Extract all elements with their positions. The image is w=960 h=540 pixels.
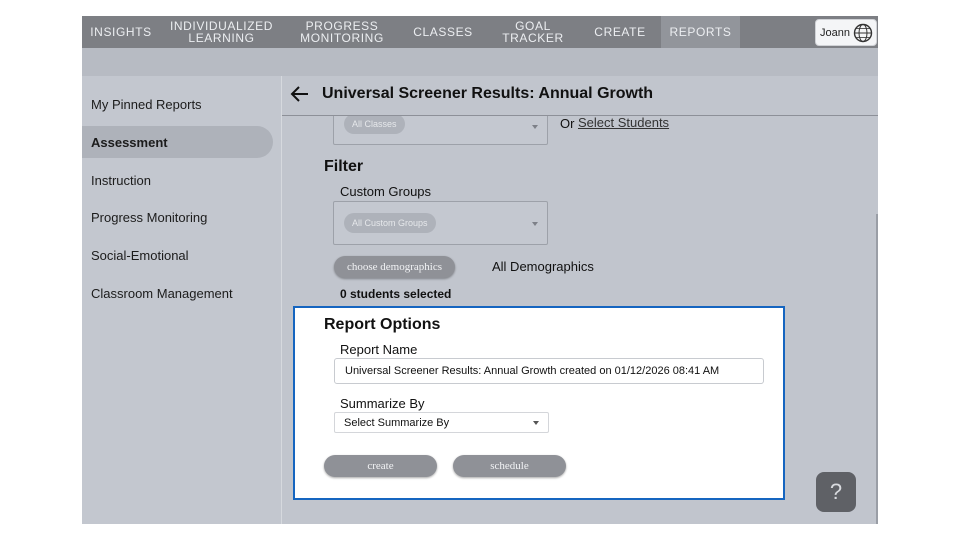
- report-name-input[interactable]: Universal Screener Results: Annual Growt…: [334, 358, 764, 384]
- students-selected-count: 0 students selected: [340, 287, 452, 301]
- custom-groups-select[interactable]: All Custom Groups: [333, 201, 548, 245]
- summarize-by-label: Summarize By: [340, 396, 425, 411]
- top-nav: INSIGHTS INDIVIDUALIZED LEARNING PROGRES…: [82, 16, 878, 48]
- demographics-value: All Demographics: [492, 259, 594, 274]
- sub-toolbar: [82, 48, 878, 76]
- sidebar-item-label: Classroom Management: [91, 285, 233, 301]
- nav-insights[interactable]: INSIGHTS: [82, 16, 160, 48]
- main-content: Universal Screener Results: Annual Growt…: [281, 76, 878, 524]
- classes-chip: All Classes: [344, 114, 405, 134]
- scrollbar-thumb[interactable]: [876, 214, 878, 524]
- sidebar-item-label: Instruction: [91, 172, 151, 188]
- summarize-by-value: Select Summarize By: [344, 416, 450, 429]
- report-options-panel: Report Options Report Name Universal Scr…: [293, 306, 785, 500]
- sidebar-item-label: My Pinned Reports: [91, 96, 202, 112]
- report-options-heading: Report Options: [324, 316, 441, 333]
- arrow-left-icon[interactable]: [290, 85, 310, 103]
- sidebar-item-instruction[interactable]: Instruction: [82, 164, 273, 196]
- chevron-down-icon: [532, 222, 538, 226]
- user-name: Joann: [820, 26, 850, 39]
- sidebar-item-assessment[interactable]: Assessment: [82, 126, 273, 158]
- sidebar: My Pinned Reports Assessment Instruction…: [82, 76, 281, 524]
- custom-groups-chip: All Custom Groups: [344, 213, 436, 233]
- page-title: Universal Screener Results: Annual Growt…: [322, 85, 654, 102]
- sidebar-item-label: Assessment: [91, 134, 168, 150]
- nav-progress-monitoring[interactable]: PROGRESS MONITORING: [287, 16, 397, 48]
- chevron-down-icon: [533, 421, 539, 425]
- user-menu-button[interactable]: Joann: [815, 19, 877, 46]
- sidebar-item-label: Social-Emotional: [91, 247, 189, 263]
- sidebar-item-label: Progress Monitoring: [91, 209, 208, 225]
- report-name-label: Report Name: [340, 342, 418, 357]
- sidebar-item-progress-monitoring[interactable]: Progress Monitoring: [82, 201, 273, 233]
- chevron-down-icon: [532, 125, 538, 129]
- scrollbar[interactable]: [875, 116, 878, 524]
- or-text: Or: [560, 116, 575, 131]
- custom-groups-label: Custom Groups: [340, 184, 432, 199]
- nav-goal-tracker[interactable]: GOAL TRACKER: [483, 16, 583, 48]
- page-header: Universal Screener Results: Annual Growt…: [282, 76, 878, 116]
- choose-demographics-button[interactable]: choose demographics: [334, 256, 455, 278]
- nav-individualized-learning[interactable]: INDIVIDUALIZED LEARNING: [164, 16, 279, 48]
- nav-create[interactable]: CREATE: [590, 16, 650, 48]
- help-icon: ?: [829, 479, 843, 504]
- filter-heading: Filter: [324, 158, 364, 175]
- schedule-button[interactable]: schedule: [453, 455, 566, 477]
- summarize-by-select[interactable]: Select Summarize By: [334, 412, 549, 433]
- nav-classes[interactable]: CLASSES: [410, 16, 476, 48]
- create-button[interactable]: create: [324, 455, 437, 477]
- nav-reports[interactable]: REPORTS: [661, 16, 740, 48]
- help-button[interactable]: ?: [816, 472, 856, 512]
- globe-icon: [853, 23, 873, 43]
- sidebar-item-social-emotional[interactable]: Social-Emotional: [82, 239, 273, 271]
- app-window: INSIGHTS INDIVIDUALIZED LEARNING PROGRES…: [82, 16, 878, 524]
- sidebar-item-pinned-reports[interactable]: My Pinned Reports: [82, 88, 273, 120]
- select-students-link[interactable]: Select Students: [578, 115, 669, 130]
- sidebar-item-classroom-management[interactable]: Classroom Management: [82, 277, 273, 309]
